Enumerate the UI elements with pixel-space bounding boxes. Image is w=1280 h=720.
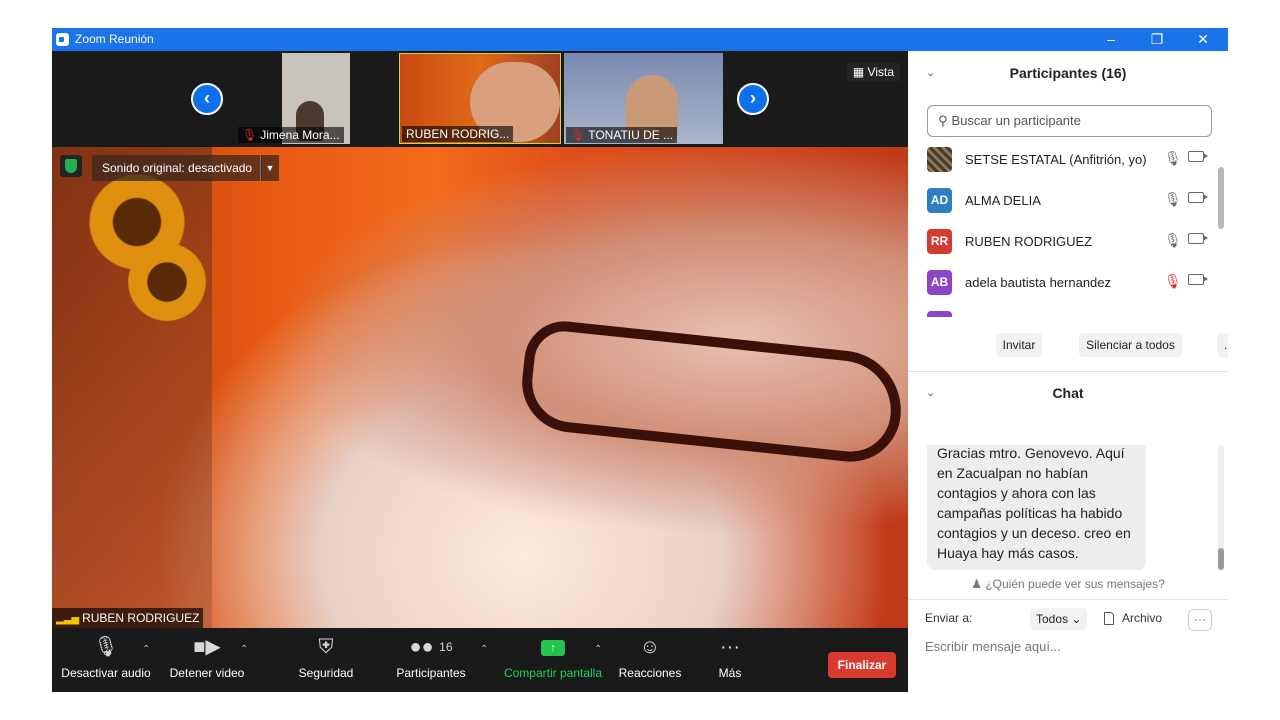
more-dots-icon: ···	[720, 636, 740, 658]
muted-mic-icon: 🎙	[242, 128, 258, 142]
participant-avatar	[927, 147, 952, 172]
camera-icon[interactable]	[1188, 151, 1208, 162]
thumbnail-strip: ‹ 🎙 Jimena Mora... RUBEN RODRIG... 🎙 TONAT…	[52, 51, 908, 147]
participants-scrollbar[interactable]	[1218, 167, 1224, 229]
participant-row[interactable]: AB adela bautista hernandez 🎙	[908, 262, 1218, 303]
share-screen-icon: ↑	[502, 628, 604, 666]
camera-icon[interactable]	[1188, 274, 1208, 285]
share-options-caret[interactable]: ⌃	[594, 644, 602, 655]
participant-thumbnail-active[interactable]: RUBEN RODRIG...	[399, 53, 561, 144]
zoom-logo-icon	[56, 33, 69, 46]
next-page-button[interactable]: ›	[737, 83, 769, 115]
participant-avatar	[927, 311, 952, 317]
audio-options-caret[interactable]: ⌃	[142, 644, 150, 655]
participant-search-input[interactable]: ⚲ Buscar un participante	[927, 105, 1212, 137]
search-icon: ⚲	[938, 113, 948, 128]
camera-icon[interactable]	[1188, 233, 1208, 244]
participant-row[interactable]	[908, 303, 1218, 317]
muted-microphone-icon[interactable]: 🎙	[1164, 273, 1182, 290]
end-meeting-button[interactable]: Finalizar	[828, 652, 896, 678]
shield-icon: ⛨	[318, 636, 334, 658]
title-bar: Zoom Reunión – ❐ ✕	[52, 28, 1228, 51]
person-icon: ♟	[971, 577, 982, 591]
more-button[interactable]: ··· Más	[706, 628, 754, 692]
microphone-icon: 🎙	[93, 636, 119, 658]
share-screen-button[interactable]: ↑ Compartir pantalla	[502, 628, 604, 692]
view-button[interactable]: ▦ Vista	[846, 63, 900, 81]
who-can-see-messages-link[interactable]: ♟ ¿Quién puede ver sus mensajes?	[908, 577, 1228, 591]
microphone-icon[interactable]: 🎙	[1164, 191, 1182, 208]
chat-header: ⌄ Chat	[908, 373, 1228, 413]
camera-icon[interactable]	[1188, 192, 1208, 203]
security-button[interactable]: ⛨ Seguridad	[290, 628, 362, 692]
side-panel: ⌄ Participantes (16) ⚲ Buscar un particip…	[908, 51, 1228, 692]
mute-audio-button[interactable]: 🎙 Desactivar audio	[60, 628, 152, 692]
chat-scrollbar[interactable]	[1218, 548, 1224, 570]
collapse-participants-chevron-icon[interactable]: ⌄	[926, 53, 935, 93]
thumbnail-nametag: 🎙 Jimena Mora...	[238, 127, 344, 143]
panel-divider	[908, 371, 1228, 372]
invite-button[interactable]: Invitar	[996, 333, 1042, 357]
participants-options-caret[interactable]: ⌃	[480, 644, 488, 655]
chat-more-button[interactable]: ···	[1188, 609, 1212, 631]
participants-icon: ●● 16	[409, 636, 453, 658]
participant-avatar: AB	[927, 270, 952, 295]
muted-mic-icon: 🎙	[570, 128, 586, 142]
video-camera-icon: ■▶	[193, 636, 221, 658]
participant-thumbnail[interactable]: 🎙 TONATIU DE ...	[564, 53, 723, 144]
active-speaker-video: Sonido original: desactivado ▼ ▂▃▅ RUBEN …	[52, 147, 908, 628]
thumbnail-nametag: 🎙 TONATIU DE ...	[566, 127, 678, 143]
minimize-button[interactable]: –	[1088, 28, 1134, 51]
close-button[interactable]: ✕	[1180, 28, 1226, 51]
participants-more-button[interactable]: ...	[1217, 333, 1228, 357]
encryption-shield-icon	[60, 155, 82, 177]
speaker-nametag: ▂▃▅ RUBEN RODRIGUEZ	[52, 608, 204, 628]
emoji-icon: ☺	[639, 636, 661, 658]
mute-all-button[interactable]: Silenciar a todos	[1079, 333, 1182, 357]
meeting-toolbar: 🎙 Desactivar audio ⌃ ■▶ Detener video ⌃ …	[52, 628, 908, 692]
eyeglasses	[517, 317, 907, 467]
participants-count: 16	[439, 640, 453, 654]
participant-row[interactable]: RR RUBEN RODRIGUEZ 🎙	[908, 221, 1218, 262]
original-sound-toggle[interactable]: Sonido original: desactivado	[92, 155, 263, 181]
send-to-label: Enviar a:	[925, 611, 973, 625]
participant-avatar: AD	[927, 188, 952, 213]
file-button[interactable]: Archivo	[1104, 611, 1162, 626]
stop-video-button[interactable]: ■▶ Detener video	[164, 628, 250, 692]
participant-row[interactable]: AD ALMA DELIA 🎙	[908, 180, 1218, 221]
collapse-chat-chevron-icon[interactable]: ⌄	[926, 373, 935, 413]
video-options-caret[interactable]: ⌃	[240, 644, 248, 655]
previous-page-button[interactable]: ‹	[191, 83, 223, 115]
chat-messages: Gracias mtro. Genovevo. Aquí en Zacualpa…	[908, 445, 1228, 570]
file-icon	[1104, 612, 1114, 626]
participants-button[interactable]: ●● 16 Participantes	[392, 628, 470, 692]
participants-title: Participantes (16)	[1009, 65, 1127, 81]
chat-message-input[interactable]: Escribir mensaje aquí...	[925, 639, 1061, 654]
chat-divider	[908, 599, 1228, 600]
thumbnail-nametag: RUBEN RODRIG...	[402, 126, 514, 142]
participant-avatar: RR	[927, 229, 952, 254]
window-title: Zoom Reunión	[75, 32, 154, 46]
participant-row[interactable]: SETSE ESTATAL (Anfitrión, yo) 🎙	[908, 139, 1218, 180]
microphone-icon[interactable]: 🎙	[1164, 150, 1182, 167]
participants-list: SETSE ESTATAL (Anfitrión, yo) 🎙 AD ALMA …	[908, 139, 1228, 317]
grid-icon: ▦	[852, 65, 865, 79]
chat-message: Gracias mtro. Genovevo. Aquí en Zacualpa…	[927, 445, 1146, 570]
microphone-icon[interactable]: 🎙	[1164, 232, 1182, 249]
participant-thumbnail[interactable]: 🎙 Jimena Mora...	[236, 53, 396, 144]
signal-bars-icon: ▂▃▅	[56, 614, 80, 625]
send-to-dropdown[interactable]: Todos ⌄	[1030, 608, 1088, 630]
video-area: ‹ 🎙 Jimena Mora... RUBEN RODRIG... 🎙 TONAT…	[52, 51, 908, 628]
sunflower-image	[122, 237, 212, 327]
chevron-down-icon: ⌄	[1071, 612, 1082, 626]
participants-header: ⌄ Participantes (16)	[908, 53, 1228, 93]
chat-title: Chat	[1052, 385, 1084, 401]
restore-button[interactable]: ❐	[1134, 28, 1180, 51]
reactions-button[interactable]: ☺ Reacciones	[618, 628, 682, 692]
original-sound-dropdown[interactable]: ▼	[260, 155, 279, 181]
zoom-window: Zoom Reunión – ❐ ✕ ‹ 🎙 Jimena Mora... RUB…	[52, 28, 1228, 692]
